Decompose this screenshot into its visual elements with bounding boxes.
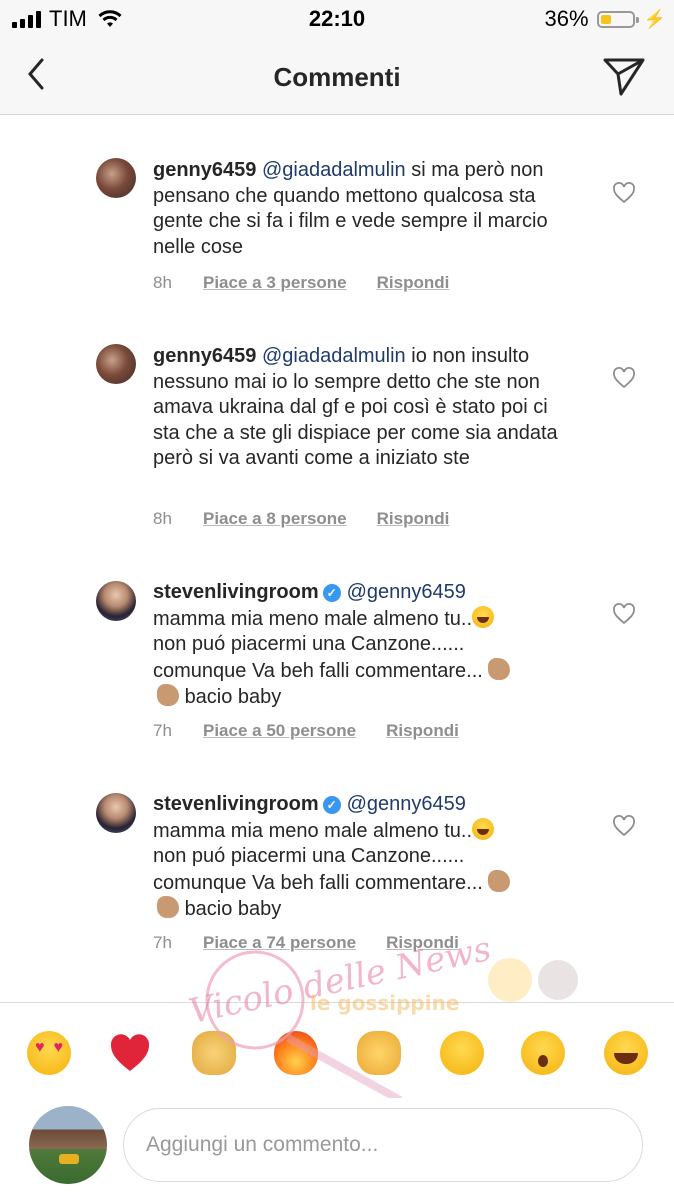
verified-badge-icon: ✓ xyxy=(322,584,341,602)
comments-list[interactable]: genny6459 @giadadalmulin si ma però non … xyxy=(0,115,674,1002)
status-bar: TIM 22:10 36% ⚡ xyxy=(0,0,674,40)
comment-text: genny6459 @giadadalmulin si ma però non … xyxy=(153,158,573,260)
fire-icon[interactable] xyxy=(274,1031,318,1075)
comment-username[interactable]: stevenlivingroom xyxy=(153,581,319,603)
comment-line: mamma mia meno male almeno tu.. xyxy=(153,819,473,842)
heart-eyes-icon[interactable] xyxy=(27,1031,71,1075)
paper-plane-icon[interactable] xyxy=(602,54,646,98)
my-avatar[interactable] xyxy=(29,1106,107,1184)
clapping-hands-icon[interactable] xyxy=(357,1031,401,1075)
battery-icon xyxy=(596,10,639,28)
comment-meta: 8h Piace a 8 persone Rispondi xyxy=(153,509,449,529)
avatar[interactable] xyxy=(96,581,136,621)
comment-mention[interactable]: @genny6459 xyxy=(347,581,466,603)
comment-time: 8h xyxy=(153,509,172,528)
like-heart-icon[interactable] xyxy=(612,367,636,389)
comment-mention[interactable]: @giadadalmulin xyxy=(262,345,406,367)
comment-time: 8h xyxy=(153,273,172,292)
ok-hand-icon xyxy=(157,896,179,918)
comment-likes-link[interactable]: Piace a 50 persone xyxy=(203,721,356,741)
charging-icon: ⚡ xyxy=(643,8,666,29)
reply-button[interactable]: Rispondi xyxy=(377,509,450,529)
emoji-quick-bar xyxy=(0,1002,674,1099)
comment-likes-link[interactable]: Piace a 8 persone xyxy=(203,509,347,529)
raised-hands-icon[interactable] xyxy=(192,1031,236,1075)
tears-of-joy-icon xyxy=(472,817,495,840)
page-title: Commenti xyxy=(273,62,401,92)
comment-username[interactable]: stevenlivingroom xyxy=(153,793,319,815)
comment-time: 7h xyxy=(153,933,172,952)
comment-username[interactable]: genny6459 xyxy=(153,159,256,181)
comment-text: stevenlivingroom ✓ @genny6459 mamma mia me… xyxy=(153,792,573,923)
avatar[interactable] xyxy=(96,344,136,384)
tears-of-joy-icon[interactable] xyxy=(604,1031,648,1075)
nav-bar: Commenti xyxy=(0,40,674,115)
comment-text: stevenlivingroom ✓ @genny6459 mamma mia me… xyxy=(153,580,573,711)
like-heart-icon[interactable] xyxy=(612,182,636,204)
reply-button[interactable]: Rispondi xyxy=(377,273,450,293)
comment-meta: 7h Piace a 50 persone Rispondi xyxy=(153,721,459,741)
comment-line: non puó piacermi una Canzone...... xyxy=(153,633,465,655)
comment-meta: 7h Piace a 74 persone Rispondi xyxy=(153,933,459,953)
comment-username[interactable]: genny6459 xyxy=(153,345,256,367)
status-right: 36% ⚡ xyxy=(545,6,666,32)
battery-percent: 36% xyxy=(544,6,589,31)
comment-mention[interactable]: @giadadalmulin xyxy=(262,159,406,181)
ok-hand-icon xyxy=(488,657,511,680)
comment-line: bacio baby xyxy=(184,898,282,920)
avatar[interactable] xyxy=(96,158,136,198)
red-heart-icon[interactable] xyxy=(108,1031,152,1075)
comment-line: bacio baby xyxy=(184,686,282,708)
comment-text: genny6459 @giadadalmulin io non insulto … xyxy=(153,344,573,472)
comment-time: 7h xyxy=(153,721,172,740)
comment-likes-link[interactable]: Piace a 3 persone xyxy=(203,273,347,293)
comment-line: non puó piacermi una Canzone...... xyxy=(153,845,465,867)
like-heart-icon[interactable] xyxy=(612,815,636,837)
comment-line: comunque Va beh falli commentare... xyxy=(153,659,483,682)
reply-button[interactable]: Rispondi xyxy=(386,721,459,741)
comment-composer: Aggiungi un commento... xyxy=(0,1098,674,1200)
comment-mention[interactable]: @genny6459 xyxy=(347,793,466,815)
crying-face-icon[interactable] xyxy=(440,1031,484,1075)
verified-badge-icon: ✓ xyxy=(322,796,341,814)
comment-line: mamma mia meno male almeno tu.. xyxy=(153,607,473,630)
comment-likes-link[interactable]: Piace a 74 persone xyxy=(203,933,356,953)
comment-line: comunque Va beh falli commentare... xyxy=(153,871,483,894)
reply-button[interactable]: Rispondi xyxy=(386,933,459,953)
comment-meta: 8h Piace a 3 persone Rispondi xyxy=(153,273,449,293)
tears-of-joy-icon xyxy=(472,605,495,628)
like-heart-icon[interactable] xyxy=(612,603,636,625)
ok-hand-icon xyxy=(157,684,179,706)
avatar[interactable] xyxy=(96,793,136,833)
comment-input[interactable]: Aggiungi un commento... xyxy=(123,1108,643,1182)
ok-hand-icon xyxy=(488,869,511,892)
surprised-face-icon[interactable] xyxy=(521,1031,565,1075)
